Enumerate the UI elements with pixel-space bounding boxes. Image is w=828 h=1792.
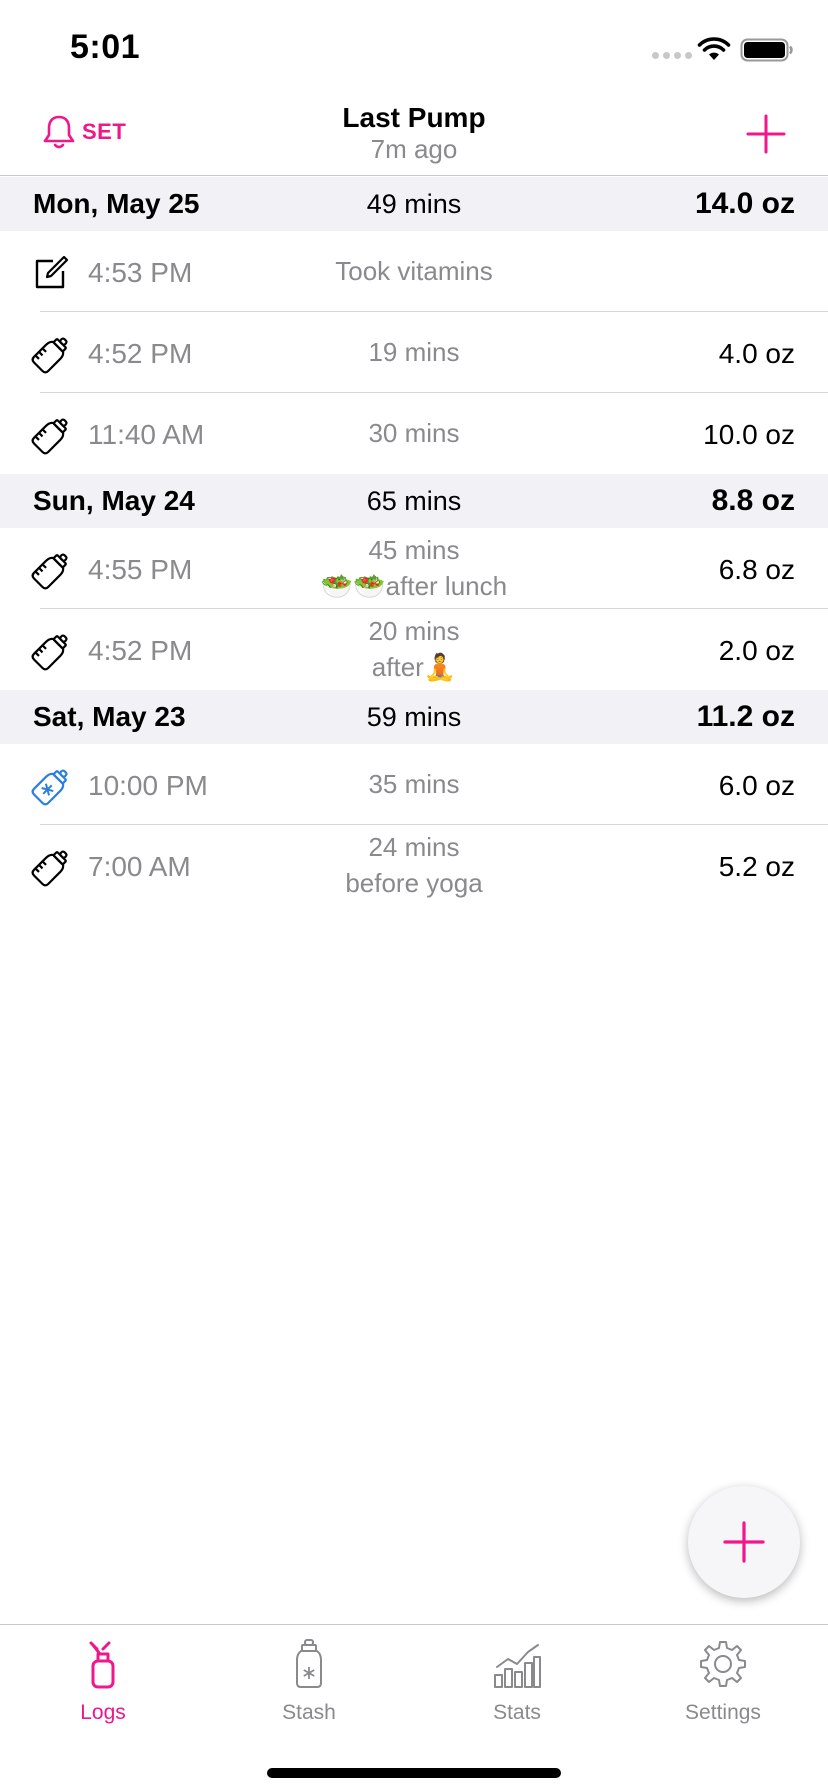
entry-amount: 10.0 oz: [703, 419, 795, 450]
entry-note: before yoga: [345, 868, 483, 898]
tab-label: Settings: [685, 1701, 761, 1724]
pump-icon: [89, 1641, 115, 1689]
entry-note: 🥗🥗after lunch: [320, 571, 508, 601]
entry-duration: 45 mins: [368, 535, 460, 565]
entry-amount: 2.0 oz: [718, 635, 795, 666]
entry-duration: 20 mins: [368, 616, 460, 646]
last-pump-time: 7m ago: [370, 134, 458, 164]
gear-icon: [700, 1641, 746, 1687]
add-entry-button[interactable]: [744, 112, 788, 156]
entry-amount: 6.0 oz: [718, 770, 795, 801]
tab-stash[interactable]: Stash: [229, 1639, 389, 1739]
entry-details: 20 mins after🧘: [0, 613, 828, 685]
stash-bottle-icon: [296, 1639, 322, 1688]
entry-details: 24 mins before yoga: [0, 829, 828, 901]
log-entry[interactable]: 10:00 PM 35 mins 6.0 oz: [0, 744, 828, 825]
log-entry[interactable]: 11:40 AM 30 mins 10.0 oz: [0, 393, 828, 474]
nav-bar: SET Last Pump 7m ago: [0, 100, 828, 176]
entry-amount: 4.0 oz: [718, 338, 795, 369]
log-entry[interactable]: 4:52 PM 20 mins after🧘 2.0 oz: [0, 609, 828, 690]
cellular-signal-icon: [652, 52, 692, 59]
day-duration: 65 mins: [366, 486, 462, 516]
status-time: 5:01: [70, 28, 141, 66]
home-indicator[interactable]: [267, 1768, 561, 1778]
floating-add-button[interactable]: [688, 1486, 800, 1598]
log-entry[interactable]: 4:52 PM 19 mins 4.0 oz: [0, 312, 828, 393]
log-entry[interactable]: 4:55 PM 45 mins 🥗🥗after lunch 6.8 oz: [0, 528, 828, 609]
log-list: Mon, May 25 49 mins 14.0 oz 4:53 PM Took…: [0, 177, 828, 906]
log-entry[interactable]: 4:53 PM Took vitamins: [0, 231, 828, 312]
log-entry[interactable]: 7:00 AM 24 mins before yoga 5.2 oz: [0, 825, 828, 906]
day-header: Sun, May 24 65 mins 8.8 oz: [0, 474, 828, 528]
entry-amount: 5.2 oz: [718, 851, 795, 882]
tab-logs[interactable]: Logs: [23, 1639, 183, 1739]
entry-amount: 6.8 oz: [718, 554, 795, 585]
tab-label: Stash: [282, 1701, 336, 1724]
tab-bar: Logs Stash Stats Settings: [0, 1624, 828, 1792]
stats-icon: [494, 1644, 541, 1688]
day-header: Sat, May 23 59 mins 11.2 oz: [0, 690, 828, 744]
wifi-icon: [697, 37, 731, 60]
entry-details: 45 mins 🥗🥗after lunch: [0, 532, 828, 604]
day-total: 14.0 oz: [694, 187, 795, 220]
entry-note-text: Took vitamins: [335, 256, 493, 286]
tab-stats[interactable]: Stats: [437, 1639, 597, 1739]
status-bar: 5:01: [0, 0, 828, 100]
entry-duration: 35 mins: [368, 769, 460, 799]
page-title: Last Pump: [342, 102, 486, 133]
tab-label: Logs: [80, 1701, 126, 1724]
tab-label: Stats: [493, 1701, 541, 1724]
entry-note: after🧘: [371, 652, 457, 682]
day-total: 8.8 oz: [711, 484, 795, 517]
entry-duration: 24 mins: [368, 832, 460, 862]
plus-icon: [723, 1521, 765, 1563]
tab-settings[interactable]: Settings: [643, 1639, 803, 1739]
day-total: 11.2 oz: [696, 700, 795, 733]
entry-duration: 19 mins: [368, 337, 460, 367]
battery-icon: [740, 38, 793, 62]
day-header: Mon, May 25 49 mins 14.0 oz: [0, 177, 828, 231]
